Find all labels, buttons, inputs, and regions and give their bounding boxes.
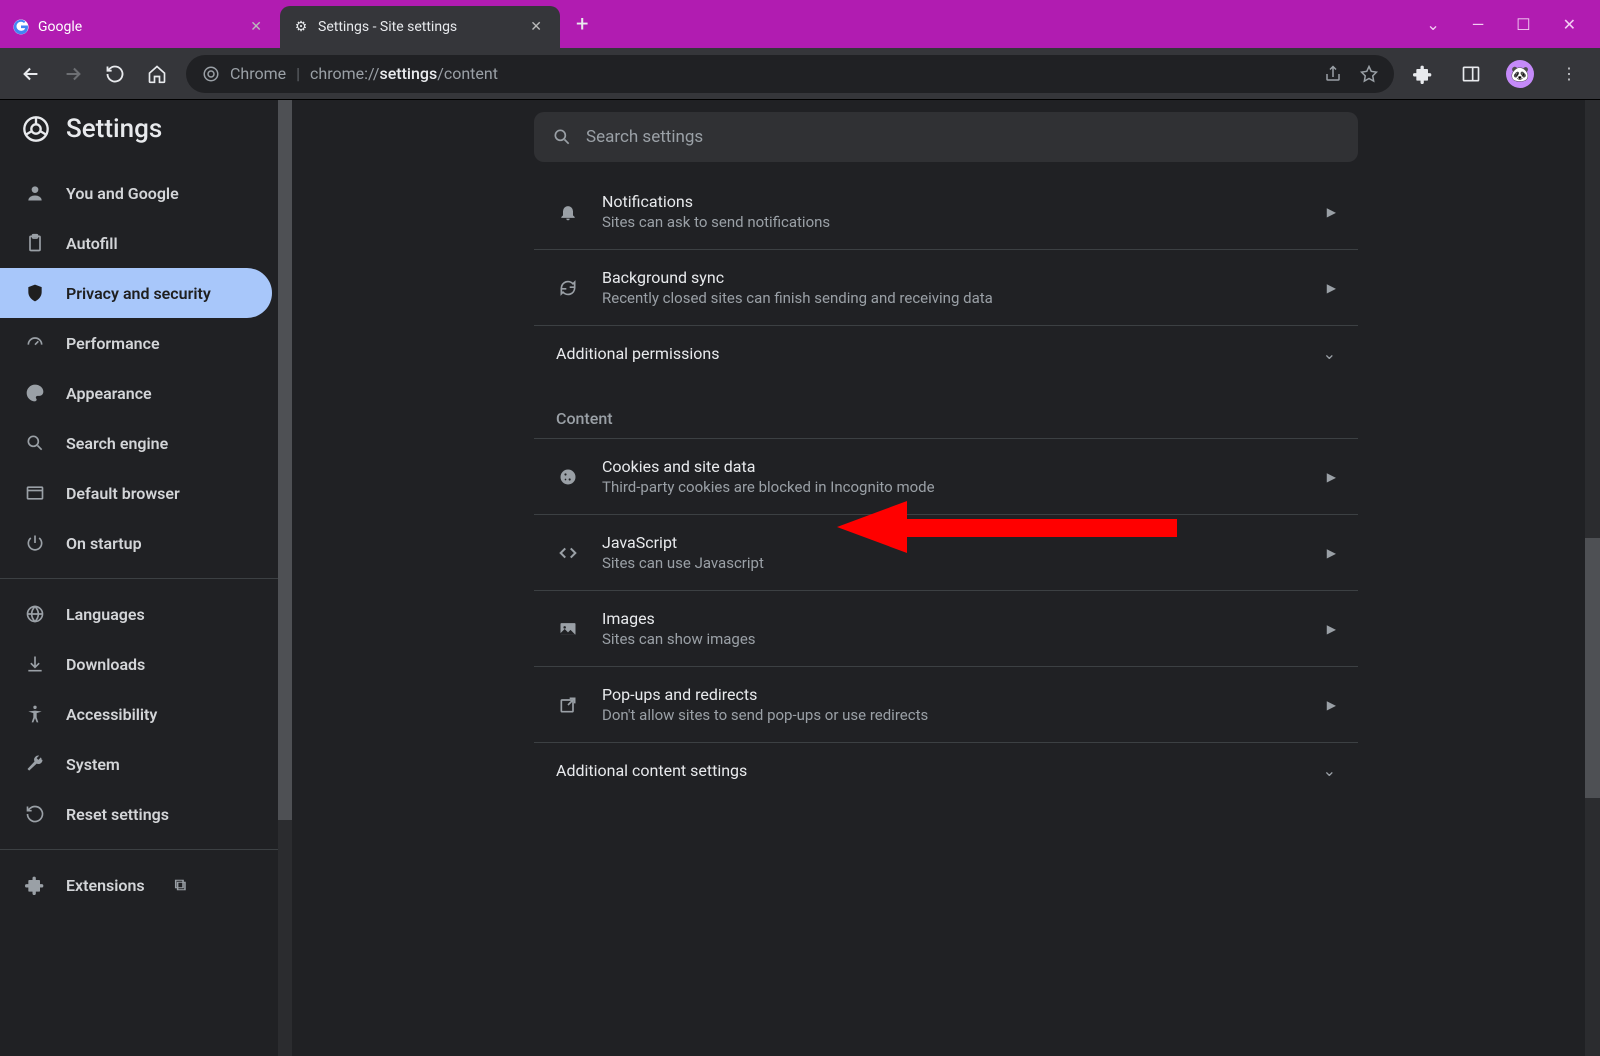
titlebar: Google ✕ ⚙ Settings - Site settings ✕ + … bbox=[0, 0, 1600, 48]
new-tab-button[interactable]: + bbox=[560, 12, 604, 37]
toolbar-right: 🐼 ⋮ bbox=[1410, 60, 1582, 88]
sidebar-item-performance[interactable]: Performance bbox=[0, 318, 278, 368]
chrome-page-icon bbox=[202, 65, 220, 83]
restore-icon bbox=[24, 803, 46, 825]
url-prefix: Chrome bbox=[230, 64, 286, 83]
main: NotificationsSites can ask to send notif… bbox=[292, 100, 1600, 1056]
sidebar-item-accessibility[interactable]: Accessibility bbox=[0, 689, 278, 739]
palette-icon bbox=[24, 382, 46, 404]
omnibox[interactable]: Chrome | chrome://settings/content bbox=[186, 55, 1394, 93]
bell-icon bbox=[556, 200, 580, 224]
sidebar-item-autofill[interactable]: Autofill bbox=[0, 218, 278, 268]
sidebar-item-languages[interactable]: Languages bbox=[0, 589, 278, 639]
settings-search[interactable] bbox=[534, 112, 1358, 162]
sidebar-item-reset-settings[interactable]: Reset settings bbox=[0, 789, 278, 839]
image-icon bbox=[556, 617, 580, 641]
speed-icon bbox=[24, 332, 46, 354]
main-scrollbar[interactable] bbox=[1585, 100, 1600, 1056]
search-icon bbox=[552, 127, 572, 147]
page-header: Settings bbox=[0, 100, 278, 164]
sidebar-item-appearance[interactable]: Appearance bbox=[0, 368, 278, 418]
accessibility-icon bbox=[24, 703, 46, 725]
sidebar: Settings You and Google Autofill Privacy… bbox=[0, 100, 278, 1056]
divider bbox=[0, 849, 278, 850]
page-title: Settings bbox=[66, 114, 162, 144]
chevron-right-icon: ▶ bbox=[1327, 470, 1336, 484]
code-icon bbox=[556, 541, 580, 565]
close-window-icon[interactable]: ✕ bbox=[1563, 15, 1576, 34]
tab-settings-active[interactable]: ⚙ Settings - Site settings ✕ bbox=[280, 6, 560, 48]
puzzle-icon bbox=[24, 874, 46, 896]
annotation-arrow bbox=[837, 499, 1177, 555]
chevron-down-icon: ⌄ bbox=[1323, 761, 1336, 780]
chevron-down-icon: ⌄ bbox=[1323, 344, 1336, 363]
chevron-right-icon: ▶ bbox=[1327, 622, 1336, 636]
search-input[interactable] bbox=[586, 127, 1340, 147]
sidebar-item-downloads[interactable]: Downloads bbox=[0, 639, 278, 689]
row-additional-permissions[interactable]: Additional permissions ⌄ bbox=[534, 325, 1358, 381]
home-icon[interactable] bbox=[144, 61, 170, 87]
sidebar-item-extensions[interactable]: Extensions⧉ bbox=[0, 860, 278, 910]
content: Settings You and Google Autofill Privacy… bbox=[0, 100, 1600, 1056]
share-icon[interactable] bbox=[1324, 65, 1342, 83]
chevron-right-icon: ▶ bbox=[1327, 281, 1336, 295]
sidebar-item-system[interactable]: System bbox=[0, 739, 278, 789]
sidebar-container: Settings You and Google Autofill Privacy… bbox=[0, 100, 292, 1056]
sidebar-item-privacy-security[interactable]: Privacy and security bbox=[0, 268, 272, 318]
google-favicon-icon bbox=[12, 18, 30, 36]
reload-icon[interactable] bbox=[102, 61, 128, 87]
cookie-icon bbox=[556, 465, 580, 489]
shield-icon bbox=[24, 282, 46, 304]
sidebar-item-search-engine[interactable]: Search engine bbox=[0, 418, 278, 468]
maximize-icon[interactable]: ☐ bbox=[1516, 15, 1530, 34]
person-icon bbox=[24, 182, 46, 204]
sidebar-item-you-and-google[interactable]: You and Google bbox=[0, 168, 278, 218]
back-icon[interactable] bbox=[18, 61, 44, 87]
chevron-down-icon[interactable]: ⌄ bbox=[1426, 15, 1439, 34]
sidepanel-icon[interactable] bbox=[1458, 61, 1484, 87]
chevron-right-icon: ▶ bbox=[1327, 546, 1336, 560]
tab-label: Settings - Site settings bbox=[318, 19, 457, 35]
row-additional-content[interactable]: Additional content settings ⌄ bbox=[534, 742, 1358, 798]
row-popups[interactable]: Pop-ups and redirectsDon't allow sites t… bbox=[534, 666, 1358, 742]
bookmark-icon[interactable] bbox=[1360, 65, 1378, 83]
chrome-logo-icon bbox=[22, 115, 50, 143]
settings-panel: NotificationsSites can ask to send notif… bbox=[534, 174, 1358, 798]
sync-icon bbox=[556, 276, 580, 300]
forward-icon[interactable] bbox=[60, 61, 86, 87]
menu-icon[interactable]: ⋮ bbox=[1556, 61, 1582, 87]
window-controls: ⌄ ― ☐ ✕ bbox=[1426, 15, 1590, 34]
row-background-sync[interactable]: Background syncRecently closed sites can… bbox=[534, 249, 1358, 325]
tab-google[interactable]: Google ✕ bbox=[0, 6, 280, 48]
toolbar: Chrome | chrome://settings/content 🐼 ⋮ bbox=[0, 48, 1600, 100]
minimize-icon[interactable]: ― bbox=[1472, 15, 1485, 34]
sidebar-item-default-browser[interactable]: Default browser bbox=[0, 468, 278, 518]
close-icon[interactable]: ✕ bbox=[244, 17, 268, 37]
row-images[interactable]: ImagesSites can show images ▶ bbox=[534, 590, 1358, 666]
power-icon bbox=[24, 532, 46, 554]
download-icon bbox=[24, 653, 46, 675]
sidebar-item-on-startup[interactable]: On startup bbox=[0, 518, 278, 568]
chevron-right-icon: ▶ bbox=[1327, 205, 1336, 219]
launch-icon bbox=[556, 693, 580, 717]
extensions-icon[interactable] bbox=[1410, 61, 1436, 87]
row-notifications[interactable]: NotificationsSites can ask to send notif… bbox=[534, 174, 1358, 249]
chevron-right-icon: ▶ bbox=[1327, 698, 1336, 712]
url-text: chrome://settings/content bbox=[310, 64, 498, 83]
close-icon[interactable]: ✕ bbox=[524, 17, 548, 37]
gear-icon: ⚙ bbox=[292, 18, 310, 36]
window-icon bbox=[24, 482, 46, 504]
tab-label: Google bbox=[38, 19, 82, 35]
clipboard-icon bbox=[24, 232, 46, 254]
nav: You and Google Autofill Privacy and secu… bbox=[0, 164, 278, 910]
search-icon bbox=[24, 432, 46, 454]
section-content-title: Content bbox=[534, 381, 1358, 438]
globe-icon bbox=[24, 603, 46, 625]
wrench-icon bbox=[24, 753, 46, 775]
divider bbox=[0, 578, 278, 579]
external-icon: ⧉ bbox=[175, 875, 186, 895]
sidebar-scrollbar[interactable] bbox=[278, 100, 292, 1056]
avatar[interactable]: 🐼 bbox=[1506, 60, 1534, 88]
